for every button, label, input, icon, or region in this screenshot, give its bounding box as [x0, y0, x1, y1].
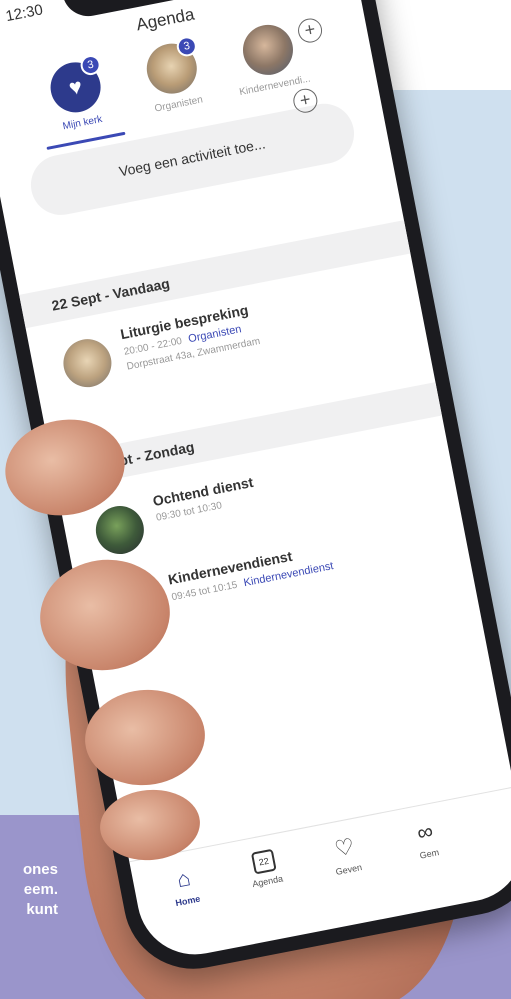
status-time: 12:30	[4, 1, 45, 26]
cta-line-2: eem.	[23, 881, 58, 898]
nav-label: Geven	[334, 862, 363, 877]
event-thumbnail	[59, 334, 116, 392]
group-badge: 3	[78, 53, 103, 77]
giving-icon: ♡	[332, 833, 357, 862]
home-icon: ⌂	[174, 865, 193, 893]
cta-line-3: kunt	[26, 901, 58, 918]
nav-label: Gem	[418, 847, 440, 861]
nav-label: Agenda	[251, 873, 284, 890]
nav-label: Home	[174, 893, 202, 909]
event-body: Liturgie bespreking 20:00 - 22:00 Organi…	[119, 301, 262, 380]
organ-avatar: 3	[142, 34, 202, 98]
community-icon: ∞	[414, 818, 436, 846]
nav-item-home[interactable]: ⌂ Home	[152, 861, 228, 961]
event-body: Ochtend dienst 09:30 tot 10:30	[151, 474, 261, 546]
add-activity-plus-icon[interactable]: +	[291, 86, 320, 115]
add-activity-label: Voeg een activiteit toe...	[117, 135, 267, 180]
event-thumbnail	[91, 501, 149, 559]
group-tab-organisten[interactable]: 3 Organisten	[128, 34, 219, 117]
group-tab-mijn-kerk[interactable]: ♥ 3 Mijn kerk	[32, 53, 126, 150]
nav-item-agenda[interactable]: 22 Agenda	[232, 845, 308, 945]
event-body: Kindernevendienst 09:45 tot 10:15 Kinder…	[167, 540, 339, 624]
group-label: Mijn kerk	[61, 113, 104, 133]
cta-line-1: ones	[22, 861, 58, 878]
kids-avatar	[238, 20, 298, 80]
calendar-icon: 22	[250, 848, 277, 875]
nav-item-geven[interactable]: ♡ Geven	[313, 829, 389, 929]
church-heart-icon: ♥ 3	[46, 53, 105, 117]
nav-item-gemeente[interactable]: ∞ Gem	[393, 814, 469, 914]
group-badge: 3	[175, 34, 199, 59]
group-label: Organisten	[153, 94, 204, 115]
